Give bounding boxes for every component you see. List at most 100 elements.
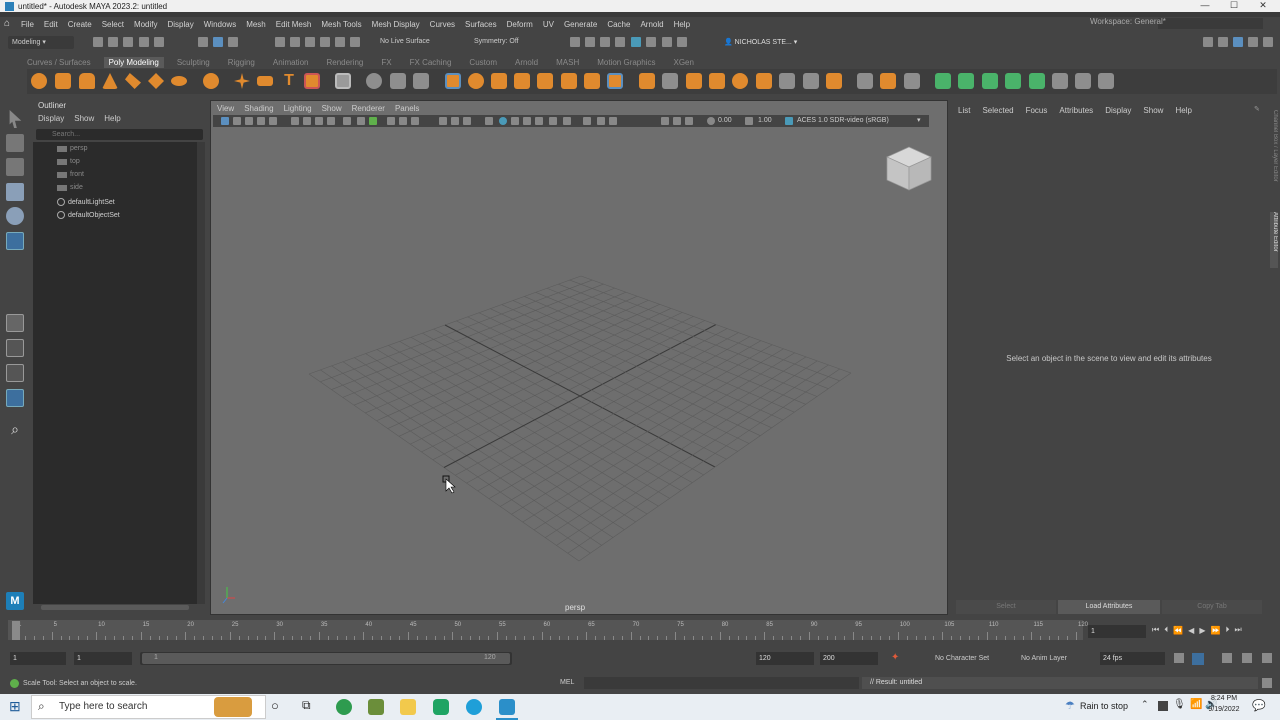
animation-start-field[interactable]: 1 (10, 652, 66, 665)
clock-date[interactable]: 9/19/2022 (1203, 706, 1245, 713)
sweep-mesh-icon[interactable] (257, 76, 273, 86)
fps-dropdown[interactable]: 24 fps (1100, 652, 1165, 665)
smooth-icon[interactable] (390, 73, 406, 89)
sound-icon[interactable] (1222, 653, 1232, 663)
go-to-start-icon[interactable]: ⏮ (1152, 625, 1159, 635)
command-line-input[interactable] (584, 677, 859, 689)
attribute-editor-tab[interactable]: Attribute Editor (1270, 212, 1278, 268)
outliner-horizontal-scrollbar[interactable] (41, 605, 189, 610)
poly-cube-icon[interactable] (55, 73, 71, 89)
menuset-dropdown[interactable]: Modeling ▾ (8, 36, 74, 49)
show-hidden-icons-chevron[interactable]: ⌃ (1141, 699, 1149, 710)
menu-mesh-display[interactable]: Mesh Display (372, 20, 420, 29)
spotify-like-app-icon[interactable] (433, 699, 449, 715)
shelf-tab-poly-modeling[interactable]: Poly Modeling (103, 56, 164, 68)
svg-tool-icon[interactable] (304, 73, 320, 89)
open-scene-icon[interactable] (108, 37, 118, 47)
load-attributes-button[interactable]: Load Attributes (1058, 600, 1160, 614)
copy-tab-button[interactable]: Copy Tab (1162, 600, 1262, 614)
paint-select-tool-icon[interactable] (6, 158, 24, 176)
uv-automatic-icon[interactable] (1005, 73, 1021, 89)
animation-prefs-icon[interactable] (1242, 653, 1252, 663)
outliner-search-input[interactable]: Search... (36, 129, 203, 140)
append-polygon-icon[interactable] (537, 73, 553, 89)
ipr-render-icon[interactable] (585, 37, 595, 47)
attribute-editor-toggle-icon[interactable] (1233, 37, 1243, 47)
shelf-tab-curves-surfaces[interactable]: Curves / Surfaces (27, 58, 91, 67)
outliner-menu-show[interactable]: Show (74, 114, 94, 123)
cortana-icon[interactable]: ○ (271, 698, 279, 713)
quadrangulate-icon[interactable] (826, 73, 842, 89)
menu-edit-mesh[interactable]: Edit Mesh (276, 20, 312, 29)
extract-icon[interactable] (686, 73, 702, 89)
boolean-icon[interactable] (413, 73, 429, 89)
attr-menu-display[interactable]: Display (1105, 106, 1131, 115)
windows-start-icon[interactable]: ⊞ (9, 698, 21, 715)
step-back-frame-icon[interactable]: ⏪ (1173, 626, 1183, 635)
user-account[interactable]: 👤 NICHOLAS STE... ▾ (724, 38, 797, 46)
microphone-icon[interactable]: 🎙 (1173, 699, 1186, 710)
menu-edit[interactable]: Edit (44, 20, 58, 29)
snap-misc-icon[interactable] (350, 37, 360, 47)
uv-planar-icon[interactable] (935, 73, 951, 89)
settings-icon[interactable] (1262, 653, 1272, 663)
edge-icon[interactable] (466, 699, 482, 715)
task-view-icon[interactable]: ⧉ (302, 698, 311, 713)
target-weld-icon[interactable] (584, 73, 600, 89)
quad-draw-icon[interactable] (607, 73, 623, 89)
edge-flow-icon[interactable] (662, 73, 678, 89)
type-tool-icon[interactable]: T (281, 73, 297, 89)
pin-icon[interactable]: ✎ (1254, 105, 1260, 113)
animation-end-field[interactable]: 200 (820, 652, 878, 665)
playback-start-field[interactable]: 1 (74, 652, 132, 665)
scale-tool-icon[interactable] (6, 232, 24, 250)
poly-torus-icon[interactable] (171, 76, 187, 86)
menu-arnold[interactable]: Arnold (640, 20, 663, 29)
attr-menu-selected[interactable]: Selected (982, 106, 1013, 115)
menu-help[interactable]: Help (674, 20, 690, 29)
menu-generate[interactable]: Generate (564, 20, 597, 29)
arnold-render-icon[interactable] (662, 37, 672, 47)
menu-uv[interactable]: UV (543, 20, 554, 29)
outliner-vertical-scrollbar[interactable] (197, 142, 205, 604)
current-time-marker[interactable] (12, 621, 20, 640)
uv-editor-icon[interactable] (1052, 73, 1068, 89)
time-slider[interactable]: 1510152025303540455055606570758085909510… (8, 620, 1088, 640)
character-set-dropdown[interactable]: No Character Set (935, 655, 989, 662)
menu-mesh-tools[interactable]: Mesh Tools (321, 20, 361, 29)
uv-cylindrical-icon[interactable] (958, 73, 974, 89)
viewport-panel[interactable]: View Shading Lighting Show Renderer Pane… (210, 100, 948, 615)
persp-outliner-icon[interactable] (6, 364, 24, 382)
select-components-icon[interactable] (228, 37, 238, 47)
anim-layer-dropdown[interactable]: No Anim Layer (1021, 655, 1067, 662)
search-highlight-icon[interactable] (214, 697, 252, 717)
minecraft-icon[interactable] (368, 699, 384, 715)
attr-menu-show[interactable]: Show (1143, 106, 1163, 115)
weather-icon[interactable]: ☂ (1065, 699, 1075, 712)
render-view-icon[interactable] (631, 37, 641, 47)
notifications-icon[interactable]: 💬 (1252, 699, 1266, 712)
outliner-menu-display[interactable]: Display (38, 114, 64, 123)
clock-time[interactable]: 8:24 PM (1208, 695, 1240, 702)
loop-icon[interactable] (1174, 653, 1184, 663)
hypershade-icon[interactable] (615, 37, 625, 47)
attr-menu-attributes[interactable]: Attributes (1059, 106, 1093, 115)
combine-icon[interactable] (335, 73, 351, 89)
menu-windows[interactable]: Windows (204, 20, 236, 29)
go-to-end-icon[interactable]: ⏭ (1234, 625, 1241, 635)
outliner-item-persp[interactable]: persp (57, 145, 88, 152)
bevel-icon[interactable] (491, 73, 507, 89)
render-settings-icon[interactable] (600, 37, 610, 47)
shelf-tab-rendering[interactable]: Rendering (326, 58, 363, 67)
light-editor-icon[interactable] (646, 37, 656, 47)
cut-uv-icon[interactable] (1075, 73, 1091, 89)
close-button[interactable]: ✕ (1248, 0, 1278, 12)
search-icon[interactable]: ⌕ (6, 420, 24, 438)
shelf-tab-rigging[interactable]: Rigging (228, 58, 255, 67)
snap-grid-icon[interactable] (275, 37, 285, 47)
step-forward-frame-icon[interactable]: ⏩ (1210, 626, 1220, 635)
shelf-tab-motion-graphics[interactable]: Motion Graphics (597, 58, 655, 67)
poly-sphere-icon[interactable] (31, 73, 47, 89)
move-tool-icon[interactable] (6, 183, 24, 201)
current-frame-field[interactable]: 1 (1088, 625, 1146, 638)
